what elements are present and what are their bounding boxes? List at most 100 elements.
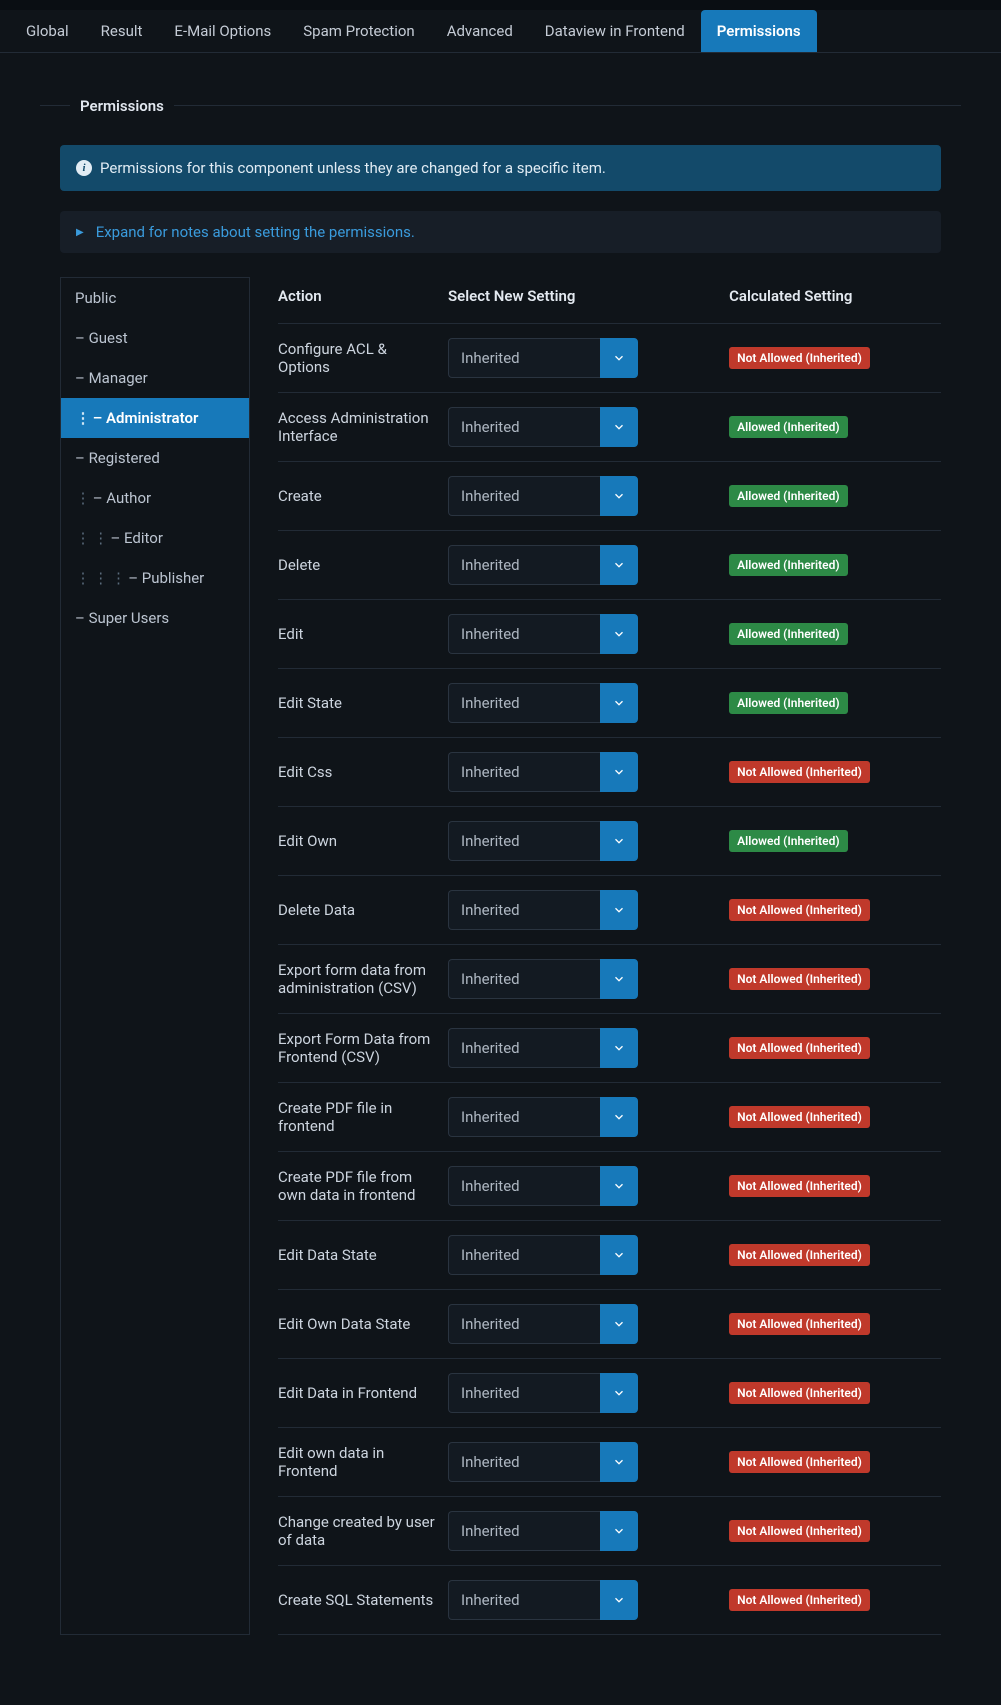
action-label: Edit Css [278, 738, 448, 807]
status-badge: Allowed (Inherited) [729, 485, 847, 507]
select-toggle-button[interactable] [600, 752, 638, 792]
sidebar-item-public[interactable]: Public [61, 278, 249, 318]
select-toggle-button[interactable] [600, 1097, 638, 1137]
setting-cell: Inherited [448, 738, 729, 807]
table-row: Edit StateInheritedAllowed (Inherited) [278, 669, 941, 738]
setting-cell: Inherited [448, 1428, 729, 1497]
chevron-down-icon [612, 1110, 626, 1124]
select-toggle-button[interactable] [600, 338, 638, 378]
select-toggle-button[interactable] [600, 1028, 638, 1068]
sidebar-item-manager[interactable]: – Manager [61, 358, 249, 398]
tab-permissions[interactable]: Permissions [701, 10, 817, 52]
select-toggle-button[interactable] [600, 476, 638, 516]
table-row: Change created by user of dataInheritedN… [278, 1497, 941, 1566]
setting-select[interactable]: Inherited [448, 752, 638, 792]
setting-cell: Inherited [448, 945, 729, 1014]
sidebar-item-registered[interactable]: – Registered [61, 438, 249, 478]
setting-select[interactable]: Inherited [448, 1235, 638, 1275]
status-badge: Not Allowed (Inherited) [729, 968, 870, 990]
setting-select[interactable]: Inherited [448, 1304, 638, 1344]
select-toggle-button[interactable] [600, 1304, 638, 1344]
setting-select[interactable]: Inherited [448, 407, 638, 447]
chevron-down-icon [612, 696, 626, 710]
info-banner: i Permissions for this component unless … [60, 145, 941, 191]
tab-e-mail-options[interactable]: E-Mail Options [158, 10, 287, 52]
setting-select[interactable]: Inherited [448, 476, 638, 516]
status-badge: Not Allowed (Inherited) [729, 1244, 870, 1266]
tab-advanced[interactable]: Advanced [431, 10, 529, 52]
select-toggle-button[interactable] [600, 407, 638, 447]
status-badge: Not Allowed (Inherited) [729, 1520, 870, 1542]
setting-cell: Inherited [448, 1221, 729, 1290]
caret-right-icon: ▶ [76, 227, 84, 238]
usergroup-sidebar: Public– Guest– Manager⋮ – Administrator –… [60, 277, 250, 1635]
setting-select[interactable]: Inherited [448, 1580, 638, 1620]
select-toggle-button[interactable] [600, 1166, 638, 1206]
select-toggle-button[interactable] [600, 683, 638, 723]
sidebar-item-editor[interactable]: ⋮ ⋮ – Editor [61, 518, 249, 558]
table-row: Configure ACL & OptionsInheritedNot Allo… [278, 324, 941, 393]
action-label: Edit Own Data State [278, 1290, 448, 1359]
setting-select[interactable]: Inherited [448, 1028, 638, 1068]
select-toggle-button[interactable] [600, 545, 638, 585]
calculated-cell: Not Allowed (Inherited) [729, 738, 941, 807]
permissions-fieldset: Permissions i Permissions for this compo… [40, 97, 961, 1635]
table-row: Edit Data in FrontendInheritedNot Allowe… [278, 1359, 941, 1428]
setting-cell: Inherited [448, 393, 729, 462]
sidebar-item-label: – Registered [75, 449, 160, 467]
chevron-down-icon [612, 1455, 626, 1469]
sidebar-item-publisher[interactable]: ⋮ ⋮ ⋮ – Publisher [61, 558, 249, 598]
setting-select[interactable]: Inherited [448, 1166, 638, 1206]
drag-handle-icon: ⋮ [75, 489, 89, 507]
setting-select[interactable]: Inherited [448, 545, 638, 585]
select-toggle-button[interactable] [600, 1442, 638, 1482]
setting-cell: Inherited [448, 531, 729, 600]
action-label: Configure ACL & Options [278, 324, 448, 393]
setting-select[interactable]: Inherited [448, 1097, 638, 1137]
sidebar-item-author[interactable]: ⋮ – Author [61, 478, 249, 518]
tab-spam-protection[interactable]: Spam Protection [287, 10, 430, 52]
col-calculated: Calculated Setting [729, 277, 941, 324]
table-row: Create PDF file in frontendInheritedNot … [278, 1083, 941, 1152]
sidebar-item-label: – Publisher [128, 569, 204, 587]
select-value: Inherited [448, 683, 600, 723]
expand-notes-toggle[interactable]: ▶ Expand for notes about setting the per… [60, 211, 941, 253]
select-toggle-button[interactable] [600, 821, 638, 861]
action-label: Create [278, 462, 448, 531]
select-toggle-button[interactable] [600, 890, 638, 930]
setting-select[interactable]: Inherited [448, 338, 638, 378]
calculated-cell: Not Allowed (Inherited) [729, 1014, 941, 1083]
setting-select[interactable]: Inherited [448, 1511, 638, 1551]
tab-result[interactable]: Result [85, 10, 159, 52]
select-toggle-button[interactable] [600, 614, 638, 654]
status-badge: Not Allowed (Inherited) [729, 761, 870, 783]
col-select: Select New Setting [448, 277, 729, 324]
table-row: DeleteInheritedAllowed (Inherited) [278, 531, 941, 600]
permissions-table: Action Select New Setting Calculated Set… [278, 277, 941, 1635]
sidebar-item-super-users[interactable]: – Super Users [61, 598, 249, 638]
setting-select[interactable]: Inherited [448, 614, 638, 654]
select-toggle-button[interactable] [600, 959, 638, 999]
status-badge: Allowed (Inherited) [729, 830, 847, 852]
setting-select[interactable]: Inherited [448, 1442, 638, 1482]
setting-select[interactable]: Inherited [448, 821, 638, 861]
select-toggle-button[interactable] [600, 1235, 638, 1275]
sidebar-item-guest[interactable]: – Guest [61, 318, 249, 358]
select-toggle-button[interactable] [600, 1373, 638, 1413]
status-badge: Not Allowed (Inherited) [729, 1175, 870, 1197]
status-badge: Not Allowed (Inherited) [729, 899, 870, 921]
select-toggle-button[interactable] [600, 1580, 638, 1620]
tab-dataview-in-frontend[interactable]: Dataview in Frontend [529, 10, 701, 52]
select-toggle-button[interactable] [600, 1511, 638, 1551]
setting-cell: Inherited [448, 1083, 729, 1152]
chevron-down-icon [612, 1179, 626, 1193]
setting-select[interactable]: Inherited [448, 683, 638, 723]
tab-global[interactable]: Global [10, 10, 85, 52]
setting-select[interactable]: Inherited [448, 959, 638, 999]
sidebar-item-administrator[interactable]: ⋮ – Administrator [61, 398, 249, 438]
setting-select[interactable]: Inherited [448, 1373, 638, 1413]
sidebar-item-label: – Author [93, 489, 151, 507]
chevron-down-icon [612, 765, 626, 779]
chevron-down-icon [612, 1524, 626, 1538]
setting-select[interactable]: Inherited [448, 890, 638, 930]
